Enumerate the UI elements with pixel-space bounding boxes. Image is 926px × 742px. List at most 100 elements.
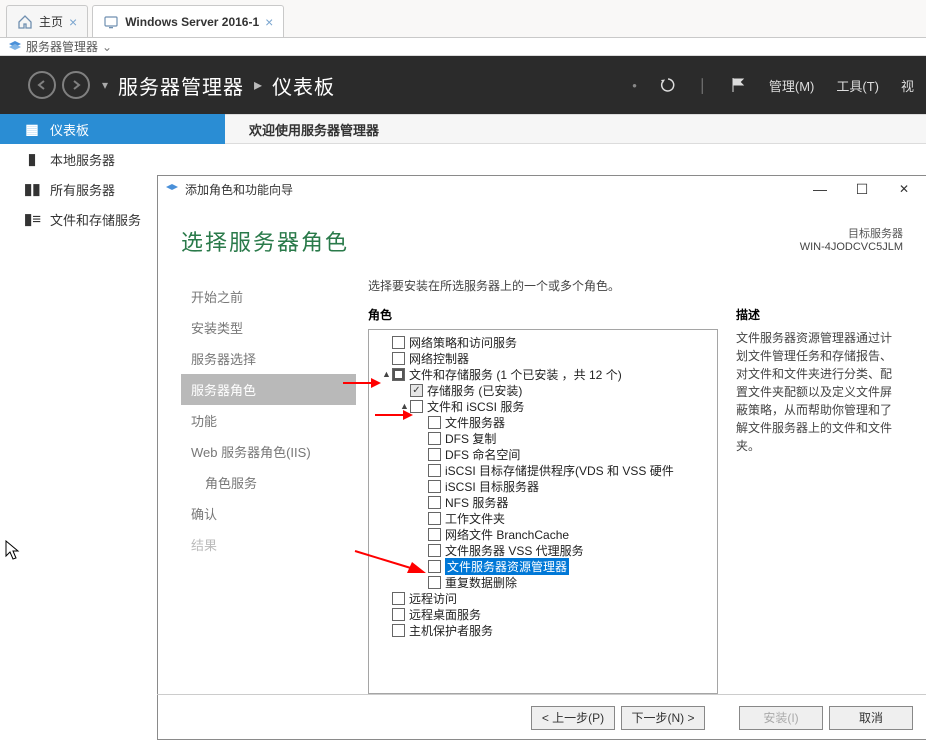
role-tree-row[interactable]: ▲文件和 iSCSI 服务 — [371, 398, 715, 414]
wizard-step[interactable]: 功能 — [181, 405, 356, 436]
role-tree-row[interactable]: 远程桌面服务 — [371, 606, 715, 622]
menu-manage[interactable]: 管理(M) — [769, 76, 815, 95]
wizard-step[interactable]: 安装类型 — [181, 312, 356, 343]
roles-tree[interactable]: 网络策略和访问服务网络控制器▲文件和存储服务 (1 个已安装 ，共 12 个)存… — [368, 329, 718, 694]
role-label[interactable]: iSCSI 目标存储提供程序(VDS 和 VSS 硬件 — [445, 462, 674, 479]
role-label[interactable]: 远程桌面服务 — [409, 606, 481, 623]
desc-column-header: 描述 — [736, 306, 899, 323]
chevron-down-icon[interactable]: ⌄ — [102, 40, 112, 54]
role-label[interactable]: 文件服务器 — [445, 414, 505, 431]
cancel-button[interactable]: 取消 — [829, 706, 913, 730]
minimize-button[interactable]: — — [799, 176, 841, 202]
role-label[interactable]: 工作文件夹 — [445, 510, 505, 527]
wizard-footer: < 上一步(P) 下一步(N) > 安装(I) 取消 — [157, 694, 926, 740]
back-button[interactable] — [28, 71, 56, 99]
role-label[interactable]: iSCSI 目标服务器 — [445, 478, 539, 495]
wizard-titlebar: 添加角色和功能向导 — ☐ ✕ — [157, 175, 926, 203]
role-tree-row[interactable]: 网络文件 BranchCache — [371, 526, 715, 542]
close-icon[interactable]: × — [69, 15, 77, 29]
wizard-header: 选择服务器角色 目标服务器 WIN-4JODCVC5JLM — [157, 203, 926, 265]
checkbox[interactable] — [428, 448, 441, 461]
role-tree-row[interactable]: DFS 复制 — [371, 430, 715, 446]
cursor-icon — [5, 540, 21, 565]
role-label[interactable]: 网络控制器 — [409, 350, 469, 367]
wizard-step[interactable]: Web 服务器角色(IIS) — [181, 436, 356, 467]
breadcrumb: 服务器管理器 ▸ 仪表板 — [118, 71, 335, 100]
add-roles-wizard: 添加角色和功能向导 — ☐ ✕ 选择服务器角色 目标服务器 WIN-4JODCV… — [157, 175, 926, 740]
nav-local-server[interactable]: ▮ 本地服务器 — [0, 144, 225, 174]
prev-button[interactable]: < 上一步(P) — [531, 706, 615, 730]
role-tree-row[interactable]: 远程访问 — [371, 590, 715, 606]
checkbox[interactable] — [428, 496, 441, 509]
role-tree-row[interactable]: DFS 命名空间 — [371, 446, 715, 462]
checkbox[interactable] — [428, 512, 441, 525]
checkbox[interactable] — [392, 592, 405, 605]
checkbox[interactable] — [392, 624, 405, 637]
wizard-step[interactable]: 开始之前 — [181, 281, 356, 312]
breadcrumb-text: 服务器管理器 — [26, 38, 98, 55]
layers-icon — [8, 39, 22, 54]
role-label[interactable]: 远程访问 — [409, 590, 457, 607]
role-label[interactable]: 存储服务 (已安装) — [427, 382, 522, 399]
checkbox[interactable] — [392, 608, 405, 621]
wizard-step[interactable]: 确认 — [181, 498, 356, 529]
checkbox[interactable] — [428, 416, 441, 429]
dash-separator: • — [632, 78, 637, 93]
role-label[interactable]: 文件和存储服务 (1 个已安装 ，共 12 个) — [409, 366, 622, 383]
checkbox[interactable] — [392, 352, 405, 365]
target-server: WIN-4JODCVC5JLM — [800, 241, 903, 253]
close-icon[interactable]: × — [265, 15, 273, 29]
role-tree-row[interactable]: ▲文件和存储服务 (1 个已安装 ，共 12 个) — [371, 366, 715, 382]
role-tree-row[interactable]: 存储服务 (已安装) — [371, 382, 715, 398]
role-tree-row[interactable]: 主机保护者服务 — [371, 622, 715, 638]
role-label[interactable]: 文件服务器资源管理器 — [445, 558, 569, 575]
breadcrumb-item[interactable]: 仪表板 — [272, 71, 335, 100]
checkbox[interactable] — [428, 432, 441, 445]
role-label[interactable]: 网络文件 BranchCache — [445, 526, 569, 543]
wizard-step[interactable]: 角色服务 — [181, 467, 356, 498]
tab-label: 主页 — [39, 13, 63, 30]
refresh-icon[interactable] — [659, 76, 677, 94]
role-label[interactable]: 文件和 iSCSI 服务 — [427, 398, 524, 415]
role-tree-row[interactable]: 工作文件夹 — [371, 510, 715, 526]
breadcrumb-item[interactable]: 服务器管理器 — [118, 71, 244, 100]
forward-button[interactable] — [62, 71, 90, 99]
wizard-step[interactable]: 服务器角色 — [181, 374, 356, 405]
checkbox[interactable] — [428, 576, 441, 589]
tab-home[interactable]: 主页 × — [6, 5, 88, 37]
next-button[interactable]: 下一步(N) > — [621, 706, 705, 730]
instruction-text: 选择要安装在所选服务器上的一个或多个角色。 — [368, 277, 899, 294]
annotation-arrow — [352, 547, 430, 577]
role-tree-row[interactable]: iSCSI 目标存储提供程序(VDS 和 VSS 硬件 — [371, 462, 715, 478]
nav-dashboard[interactable]: ▦ 仪表板 — [0, 114, 225, 144]
home-icon — [17, 15, 33, 29]
role-tree-row[interactable]: 网络控制器 — [371, 350, 715, 366]
role-label[interactable]: 文件服务器 VSS 代理服务 — [445, 542, 584, 559]
menu-tools[interactable]: 工具(T) — [836, 76, 879, 95]
wizard-step[interactable]: 服务器选择 — [181, 343, 356, 374]
role-label[interactable]: DFS 命名空间 — [445, 446, 520, 463]
role-label[interactable]: NFS 服务器 — [445, 494, 508, 511]
tab-server[interactable]: Windows Server 2016-1 × — [92, 5, 284, 37]
checkbox[interactable] — [428, 464, 441, 477]
role-label[interactable]: 重复数据删除 — [445, 574, 517, 591]
maximize-button[interactable]: ☐ — [841, 176, 883, 202]
history-dropdown[interactable]: ▾ — [102, 78, 108, 92]
role-label[interactable]: 网络策略和访问服务 — [409, 334, 517, 351]
checkbox[interactable] — [392, 336, 405, 349]
role-tree-row[interactable]: NFS 服务器 — [371, 494, 715, 510]
menu-view[interactable]: 视 — [901, 76, 914, 95]
checkbox[interactable] — [392, 368, 405, 381]
role-tree-row[interactable]: iSCSI 目标服务器 — [371, 478, 715, 494]
target-label: 目标服务器 — [800, 225, 903, 241]
role-tree-row[interactable]: 网络策略和访问服务 — [371, 334, 715, 350]
role-label[interactable]: 主机保护者服务 — [409, 622, 493, 639]
role-label[interactable]: DFS 复制 — [445, 430, 496, 447]
server-icon: ▮ — [24, 150, 40, 168]
checkbox[interactable] — [428, 528, 441, 541]
install-button[interactable]: 安装(I) — [739, 706, 823, 730]
flag-icon[interactable] — [729, 76, 747, 94]
checkbox[interactable] — [428, 480, 441, 493]
role-tree-row[interactable]: 文件服务器 — [371, 414, 715, 430]
close-button[interactable]: ✕ — [883, 176, 925, 202]
